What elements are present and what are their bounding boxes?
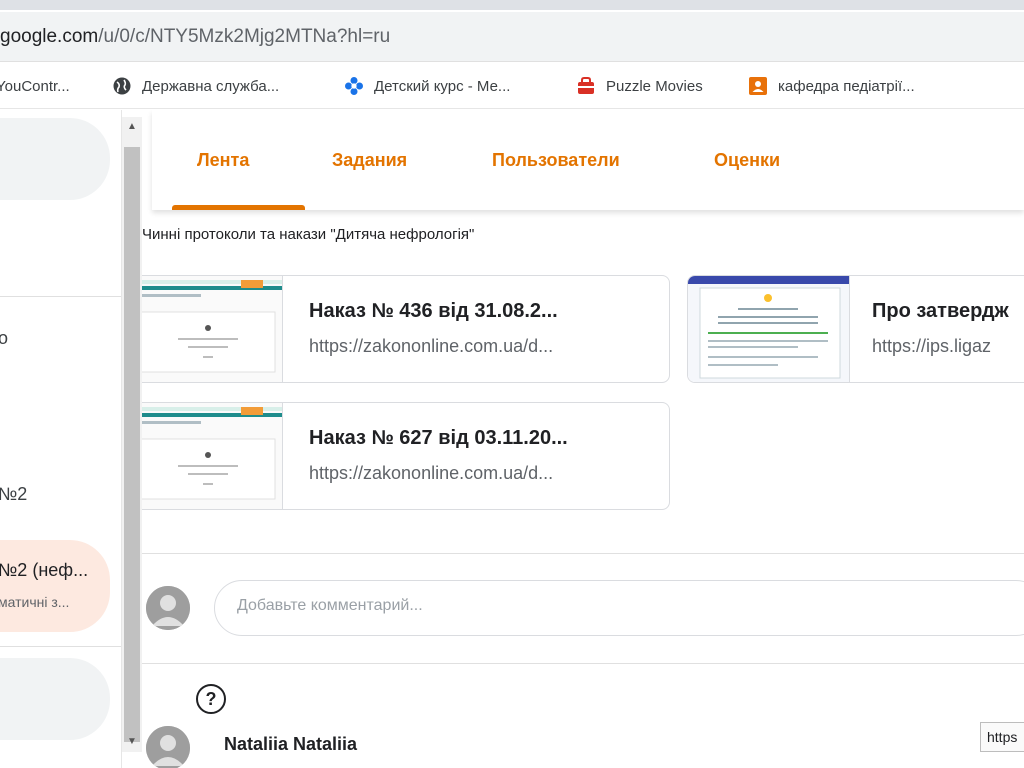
- bookmark-label: Детский курс - Ме...: [374, 77, 511, 95]
- bookmark-item[interactable]: YouContr...: [0, 75, 70, 97]
- post-author: Nataliia Nataliia: [224, 734, 358, 754]
- sidebar-item-label[interactable]: о: [0, 328, 8, 349]
- sidebar-item-active-class[interactable]: [0, 540, 110, 632]
- scrollbar-thumb[interactable]: [124, 147, 140, 742]
- sidebar-item-label[interactable]: №2: [0, 484, 27, 505]
- classes-sidebar: о №2 №2 (неф... матичні з...: [0, 110, 122, 768]
- comment-box[interactable]: [214, 580, 1024, 636]
- tab-classwork[interactable]: Задания: [332, 150, 407, 171]
- bookmark-label: кафедра педіатрії...: [778, 77, 915, 95]
- orange-person-icon: [748, 76, 768, 96]
- bookmarks-bar: YouContr... Державна служба... Детский к…: [0, 63, 1024, 109]
- post-text: Чинні протоколи та накази "Дитяча нефрол…: [142, 226, 475, 243]
- window-top-strip: [0, 0, 1024, 10]
- link-title: Наказ № 436 від 31.08.2...: [309, 300, 558, 322]
- link-url: https://zakononline.com.ua/d...: [309, 463, 554, 483]
- avatar: [146, 586, 190, 630]
- sidebar-scrollbar[interactable]: ▲ ▼: [122, 117, 142, 752]
- tab-stream[interactable]: Лента: [197, 150, 249, 171]
- link-url: https://zakononline.com.ua/d...: [309, 336, 554, 356]
- bookmark-label: Puzzle Movies: [606, 77, 703, 95]
- link-url: https://ips.ligaz: [872, 336, 992, 356]
- link-attachment[interactable]: Наказ № 627 від 03.11.20... https://zako…: [142, 402, 670, 510]
- link-thumbnail: [142, 276, 283, 382]
- avatar: [146, 726, 190, 768]
- bookmark-item[interactable]: Державна служба...: [112, 75, 279, 97]
- comments-divider: [142, 553, 1024, 554]
- blue-flower-icon: [344, 76, 364, 96]
- url-host: google.com: [0, 26, 99, 47]
- sidebar-item-home[interactable]: [0, 118, 110, 200]
- globe-icon: [112, 76, 132, 96]
- class-stream: Лента Задания Пользователи Оценки Чинні …: [142, 110, 1024, 768]
- bookmark-item[interactable]: Детский курс - Ме...: [344, 75, 510, 97]
- tab-grades[interactable]: Оценки: [714, 150, 780, 171]
- question-icon[interactable]: ?: [196, 684, 226, 714]
- bookmark-label: YouContr...: [0, 77, 70, 95]
- bookmark-item[interactable]: кафедра педіатрії...: [748, 75, 915, 97]
- bookmark-label: Державна служба...: [142, 77, 280, 95]
- link-title: Наказ № 627 від 03.11.20...: [309, 427, 568, 449]
- sidebar-divider: [0, 646, 121, 647]
- scroll-down-icon[interactable]: ▼: [126, 736, 138, 748]
- link-thumbnail: [688, 276, 850, 382]
- link-thumbnail: [142, 403, 283, 509]
- link-title: Про затвердж: [872, 300, 1009, 322]
- sidebar-divider: [0, 296, 121, 297]
- comment-input[interactable]: [237, 597, 837, 615]
- sidebar-item-archived[interactable]: [0, 658, 110, 740]
- url-text[interactable]: google.com/u/0/c/NTY5Mzk2Mjg2MTNa?hl=ru: [0, 26, 390, 48]
- url-path: /u/0/c/NTY5Mzk2Mjg2MTNa?hl=ru: [98, 26, 391, 47]
- scroll-up-icon[interactable]: ▲: [126, 121, 138, 133]
- address-bar[interactable]: google.com/u/0/c/NTY5Mzk2Mjg2MTNa?hl=ru: [0, 12, 1024, 62]
- bookmark-item[interactable]: Puzzle Movies: [576, 75, 703, 97]
- tab-people[interactable]: Пользователи: [492, 150, 620, 171]
- link-attachment[interactable]: Наказ № 436 від 31.08.2... https://zakon…: [142, 275, 670, 383]
- url-tooltip: https: [980, 722, 1024, 752]
- active-class-subtitle: матичні з...: [0, 594, 70, 610]
- active-tab-indicator: [172, 205, 305, 210]
- post-divider: [142, 663, 1024, 664]
- red-bag-icon: [576, 76, 596, 96]
- active-class-title: №2 (неф...: [0, 560, 89, 580]
- class-tabs: Лента Задания Пользователи Оценки: [152, 110, 1024, 210]
- link-attachment[interactable]: Про затвердж https://ips.ligaz: [687, 275, 1024, 383]
